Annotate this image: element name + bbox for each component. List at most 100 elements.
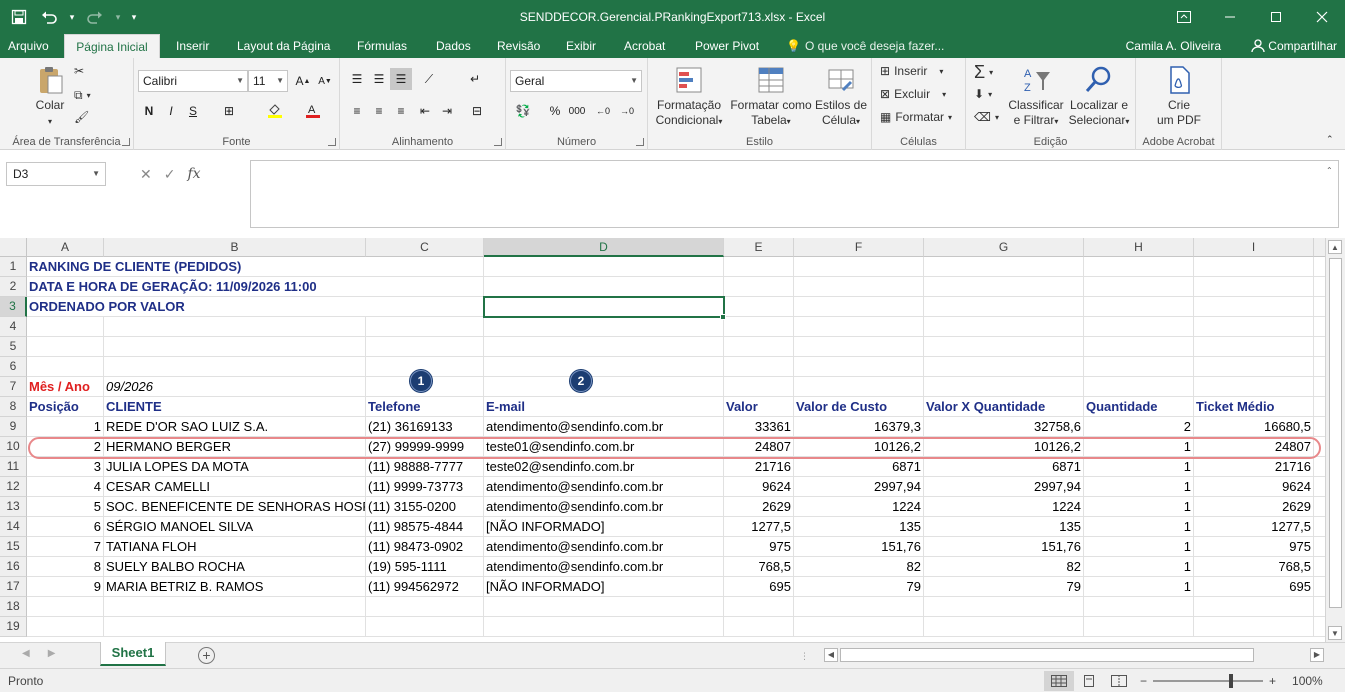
empty-cell[interactable] (924, 357, 1084, 377)
table-cell-custo[interactable]: 79 (794, 577, 924, 597)
shrink-font-button[interactable]: A ▼ (314, 70, 336, 92)
empty-cell[interactable] (484, 277, 724, 297)
decrease-indent-icon[interactable]: ⇤ (414, 100, 436, 122)
empty-cell[interactable] (366, 297, 484, 317)
empty-cell[interactable] (794, 337, 924, 357)
tab-layout-da-pagina[interactable]: Layout da Página (229, 34, 338, 58)
table-cell-pos[interactable]: 6 (27, 517, 104, 537)
autosum-icon[interactable]: Σ ▾ (974, 62, 993, 83)
empty-cell[interactable] (1314, 417, 1325, 437)
row-header[interactable]: 15 (0, 537, 27, 557)
table-cell-vxq[interactable]: 82 (924, 557, 1084, 577)
row-header[interactable]: 9 (0, 417, 27, 437)
empty-cell[interactable] (1314, 257, 1325, 277)
column-header-g[interactable]: G (924, 238, 1084, 257)
close-icon[interactable] (1299, 0, 1345, 34)
table-cell-cliente[interactable]: SÉRGIO MANOEL SILVA (104, 517, 366, 537)
empty-cell[interactable] (1314, 617, 1325, 637)
create-pdf-button[interactable]: Crie um PDF (1146, 64, 1212, 128)
empty-cell[interactable] (924, 597, 1084, 617)
report-title-cell[interactable]: RANKING DE CLIENTE (PEDIDOS) (27, 257, 366, 277)
empty-cell[interactable] (1314, 497, 1325, 517)
empty-cell[interactable] (924, 337, 1084, 357)
empty-cell[interactable] (104, 597, 366, 617)
table-cell-vxq[interactable]: 10126,2 (924, 437, 1084, 457)
empty-cell[interactable] (484, 257, 724, 277)
period-label-cell[interactable]: Mês / Ano (27, 377, 104, 397)
conditional-formatting-button[interactable]: Formatação Condicional▾ (652, 64, 726, 129)
empty-cell[interactable] (924, 377, 1084, 397)
table-cell-cliente[interactable]: CESAR CAMELLI (104, 477, 366, 497)
empty-cell[interactable] (1084, 617, 1194, 637)
table-cell-qtd[interactable]: 1 (1084, 437, 1194, 457)
table-cell-valor[interactable]: 9624 (724, 477, 794, 497)
table-cell-telefone[interactable]: (11) 98888-7777 (366, 457, 484, 477)
empty-cell[interactable] (1314, 297, 1325, 317)
table-cell-qtd[interactable]: 1 (1084, 537, 1194, 557)
empty-cell[interactable] (484, 597, 724, 617)
table-cell-cliente[interactable]: JULIA LOPES DA MOTA (104, 457, 366, 477)
row-header[interactable]: 4 (0, 317, 27, 337)
empty-cell[interactable] (1314, 577, 1325, 597)
row-header[interactable]: 3 (0, 297, 27, 317)
empty-cell[interactable] (1314, 517, 1325, 537)
empty-cell[interactable] (366, 597, 484, 617)
percent-button[interactable]: % (544, 100, 566, 122)
empty-cell[interactable] (104, 317, 366, 337)
empty-cell[interactable] (924, 297, 1084, 317)
empty-cell[interactable] (1084, 297, 1194, 317)
add-sheet-icon[interactable]: + (198, 647, 215, 664)
empty-cell[interactable] (724, 257, 794, 277)
period-value-cell[interactable]: 09/2026 (104, 377, 366, 397)
table-cell-email[interactable]: teste01@sendinfo.com.br (484, 437, 724, 457)
delete-cells-button[interactable]: ⊠ Excluir ▾ (880, 87, 946, 101)
column-header-c[interactable]: C (366, 238, 484, 257)
empty-cell[interactable] (366, 337, 484, 357)
empty-cell[interactable] (794, 317, 924, 337)
table-cell-vxq[interactable]: 135 (924, 517, 1084, 537)
table-cell-telefone[interactable]: (11) 98575-4844 (366, 517, 484, 537)
formula-input[interactable] (250, 160, 1339, 228)
font-name-combo[interactable]: Calibri ▼ (138, 70, 248, 92)
empty-cell[interactable] (27, 597, 104, 617)
table-cell-pos[interactable]: 8 (27, 557, 104, 577)
empty-cell[interactable] (794, 257, 924, 277)
zoom-in-icon[interactable]: + (1269, 674, 1276, 688)
empty-cell[interactable] (794, 377, 924, 397)
table-cell-telefone[interactable]: (11) 98473-0902 (366, 537, 484, 557)
table-cell-valor[interactable]: 768,5 (724, 557, 794, 577)
column-title-cell[interactable]: Valor de Custo (794, 397, 924, 417)
splitter-dots-icon[interactable]: ⋮ (800, 651, 809, 662)
column-header-d[interactable]: D (484, 238, 724, 257)
tab-formulas[interactable]: Fórmulas (349, 34, 415, 58)
table-cell-email[interactable]: atendimento@sendinfo.com.br (484, 417, 724, 437)
table-cell-email[interactable]: atendimento@sendinfo.com.br (484, 497, 724, 517)
column-title-cell[interactable]: E-mail (484, 397, 724, 417)
sheet-prev-icon[interactable]: ◀ (22, 648, 30, 659)
increase-indent-icon[interactable]: ⇥ (436, 100, 458, 122)
zoom-slider-thumb[interactable] (1229, 674, 1234, 688)
user-name[interactable]: Camila A. Oliveira (1126, 34, 1221, 58)
table-cell-ticket[interactable]: 16680,5 (1194, 417, 1314, 437)
empty-cell[interactable] (1314, 557, 1325, 577)
align-center-icon[interactable]: ≡ (368, 100, 390, 122)
empty-cell[interactable] (724, 357, 794, 377)
empty-cell[interactable] (794, 297, 924, 317)
merge-center-icon[interactable]: ⊟ (466, 100, 488, 122)
column-title-cell[interactable]: Valor (724, 397, 794, 417)
table-cell-qtd[interactable]: 1 (1084, 457, 1194, 477)
column-title-cell[interactable]: Ticket Médio (1194, 397, 1314, 417)
column-header-i[interactable]: I (1194, 238, 1314, 257)
column-header-h[interactable]: H (1084, 238, 1194, 257)
name-box[interactable]: D3 ▼ (6, 162, 106, 186)
row-header[interactable]: 18 (0, 597, 27, 617)
page-break-view-icon[interactable] (1104, 671, 1134, 691)
enter-icon[interactable]: ✓ (164, 166, 176, 183)
empty-cell[interactable] (484, 337, 724, 357)
undo-icon[interactable] (36, 4, 62, 30)
clipboard-launcher-icon[interactable] (122, 138, 130, 146)
empty-cell[interactable] (724, 297, 794, 317)
align-left-icon[interactable]: ≡ (346, 100, 368, 122)
fill-icon[interactable]: ⬇ ▾ (974, 87, 992, 101)
fill-color-button[interactable] (264, 100, 286, 122)
